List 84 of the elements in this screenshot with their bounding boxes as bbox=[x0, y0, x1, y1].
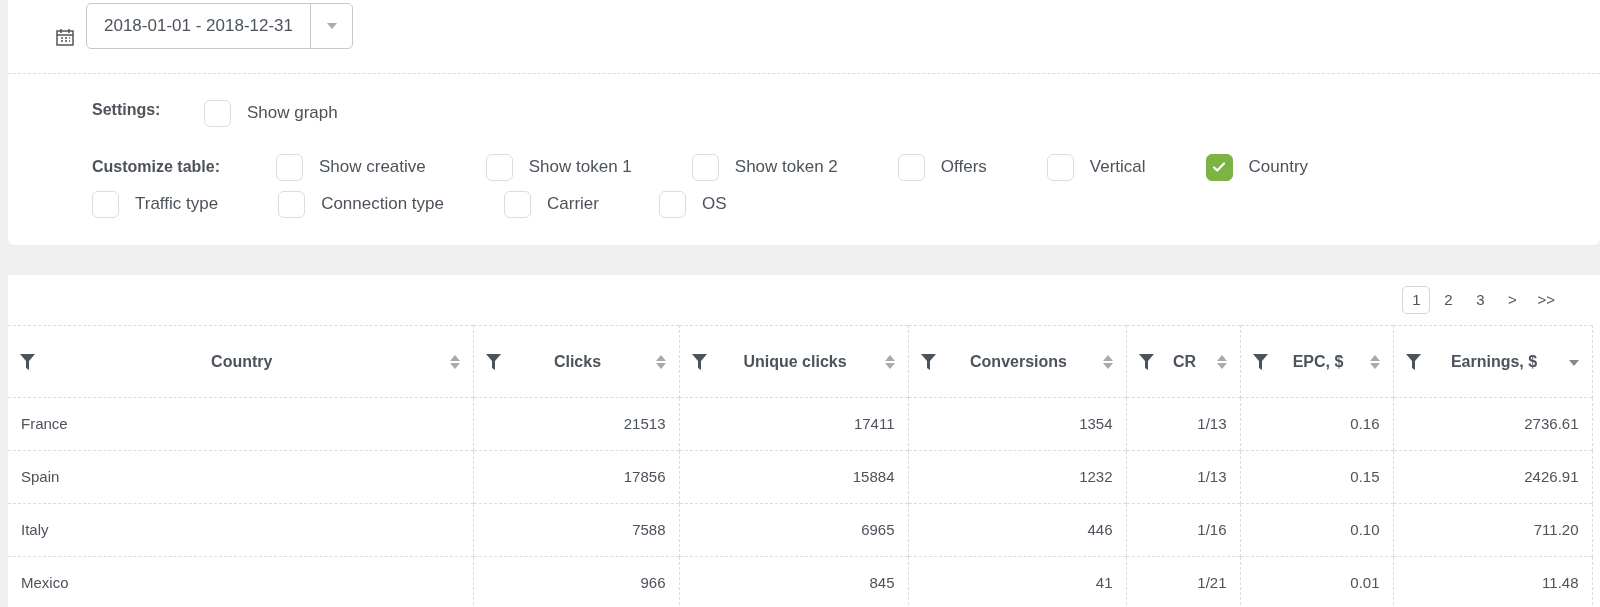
table-cell: 1232 bbox=[908, 450, 1126, 504]
column-title: CR bbox=[1171, 351, 1198, 372]
column-header[interactable]: Clicks bbox=[473, 325, 679, 398]
checkbox-option[interactable]: Show graph bbox=[204, 98, 338, 128]
checkbox-option[interactable]: OS bbox=[658, 189, 727, 219]
table-cell: 15884 bbox=[679, 450, 908, 504]
table-cell: 0.15 bbox=[1240, 450, 1393, 504]
date-range-picker[interactable]: 2018-01-01 - 2018-12-31 bbox=[86, 2, 354, 49]
table-cell: 845 bbox=[679, 556, 908, 607]
option-label: Show token 1 bbox=[528, 156, 632, 179]
checkbox-option[interactable]: Show creative bbox=[276, 152, 426, 182]
date-range-value: 2018-01-01 - 2018-12-31 bbox=[103, 14, 295, 37]
table-cell: 7588 bbox=[473, 503, 679, 557]
table-cell: France bbox=[8, 397, 473, 451]
filter-icon[interactable] bbox=[920, 353, 936, 370]
option-label: Country bbox=[1248, 156, 1309, 179]
table-cell: 1/13 bbox=[1126, 450, 1240, 504]
table-cell: 1/13 bbox=[1126, 397, 1240, 451]
filter-icon[interactable] bbox=[1252, 353, 1268, 370]
table-cell: 0.10 bbox=[1240, 503, 1393, 557]
column-header[interactable]: Country bbox=[8, 325, 473, 398]
check-icon bbox=[1211, 159, 1228, 175]
table-cell: 446 bbox=[908, 503, 1126, 557]
checkbox-option[interactable]: Show token 2 bbox=[691, 152, 838, 182]
option-label: Show graph bbox=[247, 102, 338, 125]
column-header[interactable]: Unique clicks bbox=[679, 325, 908, 398]
filter-icon[interactable] bbox=[1405, 353, 1421, 370]
table-cell: Spain bbox=[8, 450, 473, 504]
table-cell: 1/21 bbox=[1126, 556, 1240, 607]
option-label: Offers bbox=[940, 156, 987, 179]
checkbox-option[interactable]: Carrier bbox=[504, 189, 599, 219]
checkbox-option[interactable]: Connection type bbox=[278, 189, 444, 219]
page-button[interactable]: 2 bbox=[1434, 286, 1463, 314]
table-cell: 711.20 bbox=[1393, 503, 1592, 557]
option-label: Carrier bbox=[547, 193, 599, 216]
table-cell: 0.01 bbox=[1240, 556, 1393, 607]
table-cell: 1/16 bbox=[1126, 503, 1240, 557]
table-cell: 2736.61 bbox=[1393, 397, 1592, 451]
filter-icon[interactable] bbox=[20, 353, 35, 370]
column-title: Earnings, $ bbox=[1449, 351, 1539, 372]
option-label: Show token 2 bbox=[734, 156, 838, 179]
column-header[interactable]: Conversions bbox=[908, 325, 1126, 398]
filter-icon[interactable] bbox=[691, 353, 707, 370]
checkbox-option[interactable]: Country bbox=[1205, 152, 1309, 182]
table-cell: Mexico bbox=[8, 556, 473, 607]
option-label: Vertical bbox=[1089, 156, 1146, 179]
settings-label: Settings: bbox=[92, 100, 162, 120]
column-title: Clicks bbox=[552, 351, 603, 372]
page-button[interactable]: >> bbox=[1530, 286, 1562, 314]
option-label: Show creative bbox=[319, 156, 426, 179]
table-cell: 11.48 bbox=[1393, 556, 1592, 607]
checkbox-option[interactable]: Show token 1 bbox=[485, 152, 632, 182]
table-cell: 41 bbox=[908, 556, 1126, 607]
option-label: Traffic type bbox=[135, 193, 219, 216]
page-button[interactable]: 1 bbox=[1402, 286, 1431, 314]
checkbox-option[interactable]: Offers bbox=[897, 152, 987, 182]
table-cell: 17856 bbox=[473, 450, 679, 504]
option-label: Connection type bbox=[321, 193, 444, 216]
page-button[interactable]: 3 bbox=[1466, 286, 1495, 314]
table-cell: 21513 bbox=[473, 397, 679, 451]
option-label: OS bbox=[701, 193, 727, 216]
column-header[interactable]: EPC, $ bbox=[1240, 325, 1393, 398]
table-cell: 17411 bbox=[679, 397, 908, 451]
checkbox-option[interactable]: Traffic type bbox=[92, 189, 219, 219]
page-button[interactable]: > bbox=[1498, 286, 1527, 314]
column-header[interactable]: CR bbox=[1126, 325, 1240, 398]
column-title: Unique clicks bbox=[742, 351, 848, 372]
customize-table-label: Customize table: bbox=[92, 157, 221, 177]
table-cell: 0.16 bbox=[1240, 397, 1393, 451]
table-cell: 2426.91 bbox=[1393, 450, 1592, 504]
column-title: EPC, $ bbox=[1291, 351, 1345, 372]
checkbox[interactable] bbox=[1205, 153, 1233, 181]
caret-icon[interactable] bbox=[326, 22, 337, 29]
table-cell: 6965 bbox=[679, 503, 908, 557]
column-title: Country bbox=[210, 351, 274, 372]
checkbox-option[interactable]: Vertical bbox=[1046, 152, 1146, 182]
filter-icon[interactable] bbox=[1138, 353, 1154, 370]
table-cell: 966 bbox=[473, 556, 679, 607]
table-cell: Italy bbox=[8, 503, 473, 557]
table-cell: 1354 bbox=[908, 397, 1126, 451]
calendar-icon bbox=[56, 27, 74, 46]
column-title: Conversions bbox=[969, 351, 1068, 372]
column-header[interactable]: Earnings, $ bbox=[1393, 325, 1592, 398]
filter-icon[interactable] bbox=[485, 353, 501, 370]
